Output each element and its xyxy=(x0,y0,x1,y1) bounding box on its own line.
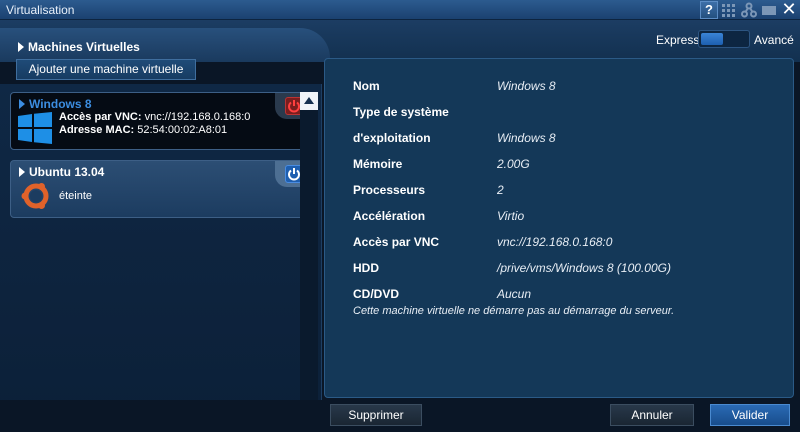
vm-name-label: Ubuntu 13.04 xyxy=(29,165,105,179)
vnc-label: Accès par VNC: xyxy=(59,111,142,123)
detail-row-hdd: HDD /prive/vms/Windows 8 (100.00G) xyxy=(353,261,671,275)
title-bar-controls: ? ✕ xyxy=(700,0,798,19)
detail-value: /prive/vms/Windows 8 (100.00G) xyxy=(497,261,671,275)
detail-label: Processeurs xyxy=(353,183,426,197)
boot-note: Cette machine virtuelle ne démarre pas a… xyxy=(353,305,675,317)
close-button[interactable]: ✕ xyxy=(780,0,798,19)
vm-vnc-line: Accès par VNC: vnc://192.168.0.168:0 xyxy=(59,111,250,123)
minimize-icon[interactable] xyxy=(760,1,778,19)
detail-label: CD/DVD xyxy=(353,287,400,301)
mac-value: 52:54:00:02:A8:01 xyxy=(137,124,228,136)
detail-row-os: d'exploitation Windows 8 xyxy=(353,131,556,145)
detail-label: HDD xyxy=(353,261,379,275)
add-vm-button[interactable]: Ajouter une machine virtuelle xyxy=(16,59,196,80)
detail-value: Windows 8 xyxy=(497,131,556,145)
help-button[interactable]: ? xyxy=(700,1,718,19)
network-icon[interactable] xyxy=(740,1,758,19)
delete-button[interactable]: Supprimer xyxy=(330,404,422,426)
vm-card-windows[interactable]: Windows 8 Accès par VNC: vnc://192.168.0… xyxy=(10,92,310,150)
vnc-value: vnc://192.168.0.168:0 xyxy=(144,111,251,123)
detail-value: 2.00G xyxy=(497,157,530,171)
detail-value: Aucun xyxy=(497,287,532,301)
detail-label: Type de système xyxy=(353,105,449,119)
mode-advanced-label: Avancé xyxy=(754,33,794,47)
detail-value: Virtio xyxy=(497,209,525,223)
mode-express-label: Express xyxy=(656,33,700,47)
vm-name: Windows 8 xyxy=(19,97,92,111)
detail-value: 2 xyxy=(497,183,504,197)
validate-button[interactable]: Valider xyxy=(710,404,790,426)
detail-label: Nom xyxy=(353,79,380,93)
detail-label: Accès par VNC xyxy=(353,235,440,249)
detail-label: d'exploitation xyxy=(353,131,431,145)
section-title-label: Machines Virtuelles xyxy=(28,40,140,54)
toggle-knob[interactable] xyxy=(701,33,723,45)
detail-row-nom: Nom Windows 8 xyxy=(353,79,556,93)
mode-toggle[interactable] xyxy=(698,30,750,48)
detail-row-memory: Mémoire 2.00G xyxy=(353,157,530,171)
grid-icon[interactable] xyxy=(720,1,738,19)
vm-details-panel: Nom Windows 8 Type de système d'exploita… xyxy=(324,58,794,398)
vm-list-scrollbar[interactable] xyxy=(300,92,318,418)
detail-value: Windows 8 xyxy=(497,79,556,93)
vm-card-ubuntu[interactable]: Ubuntu 13.04 éteinte xyxy=(10,160,310,218)
section-title: Machines Virtuelles xyxy=(18,40,140,54)
title-bar: Virtualisation ? ✕ xyxy=(0,0,800,20)
vm-state: éteinte xyxy=(59,190,93,202)
detail-row-accel: Accélération Virtio xyxy=(353,209,524,223)
scroll-up-arrow-icon[interactable] xyxy=(300,92,318,110)
expand-triangle-icon xyxy=(19,99,25,109)
vm-name-label: Windows 8 xyxy=(29,97,92,111)
vm-name: Ubuntu 13.04 xyxy=(19,165,104,179)
mac-label: Adresse MAC: xyxy=(59,124,135,136)
detail-label: Mémoire xyxy=(353,157,403,171)
cancel-button[interactable]: Annuler xyxy=(610,404,694,426)
vm-mac-line: Adresse MAC: 52:54:00:02:A8:01 xyxy=(59,124,227,136)
detail-row-cpu: Processeurs 2 xyxy=(353,183,504,197)
detail-value: vnc://192.168.0.168:0 xyxy=(497,235,613,249)
detail-row-vnc: Accès par VNC vnc://192.168.0.168:0 xyxy=(353,235,612,249)
window-title: Virtualisation xyxy=(6,3,75,17)
detail-row-type: Type de système xyxy=(353,105,449,119)
expand-triangle-icon xyxy=(18,42,24,52)
ubuntu-icon xyxy=(19,179,53,216)
windows-icon xyxy=(18,112,52,147)
detail-row-cddvd: CD/DVD Aucun xyxy=(353,287,531,301)
expand-triangle-icon xyxy=(19,167,25,177)
detail-label: Accélération xyxy=(353,209,426,223)
